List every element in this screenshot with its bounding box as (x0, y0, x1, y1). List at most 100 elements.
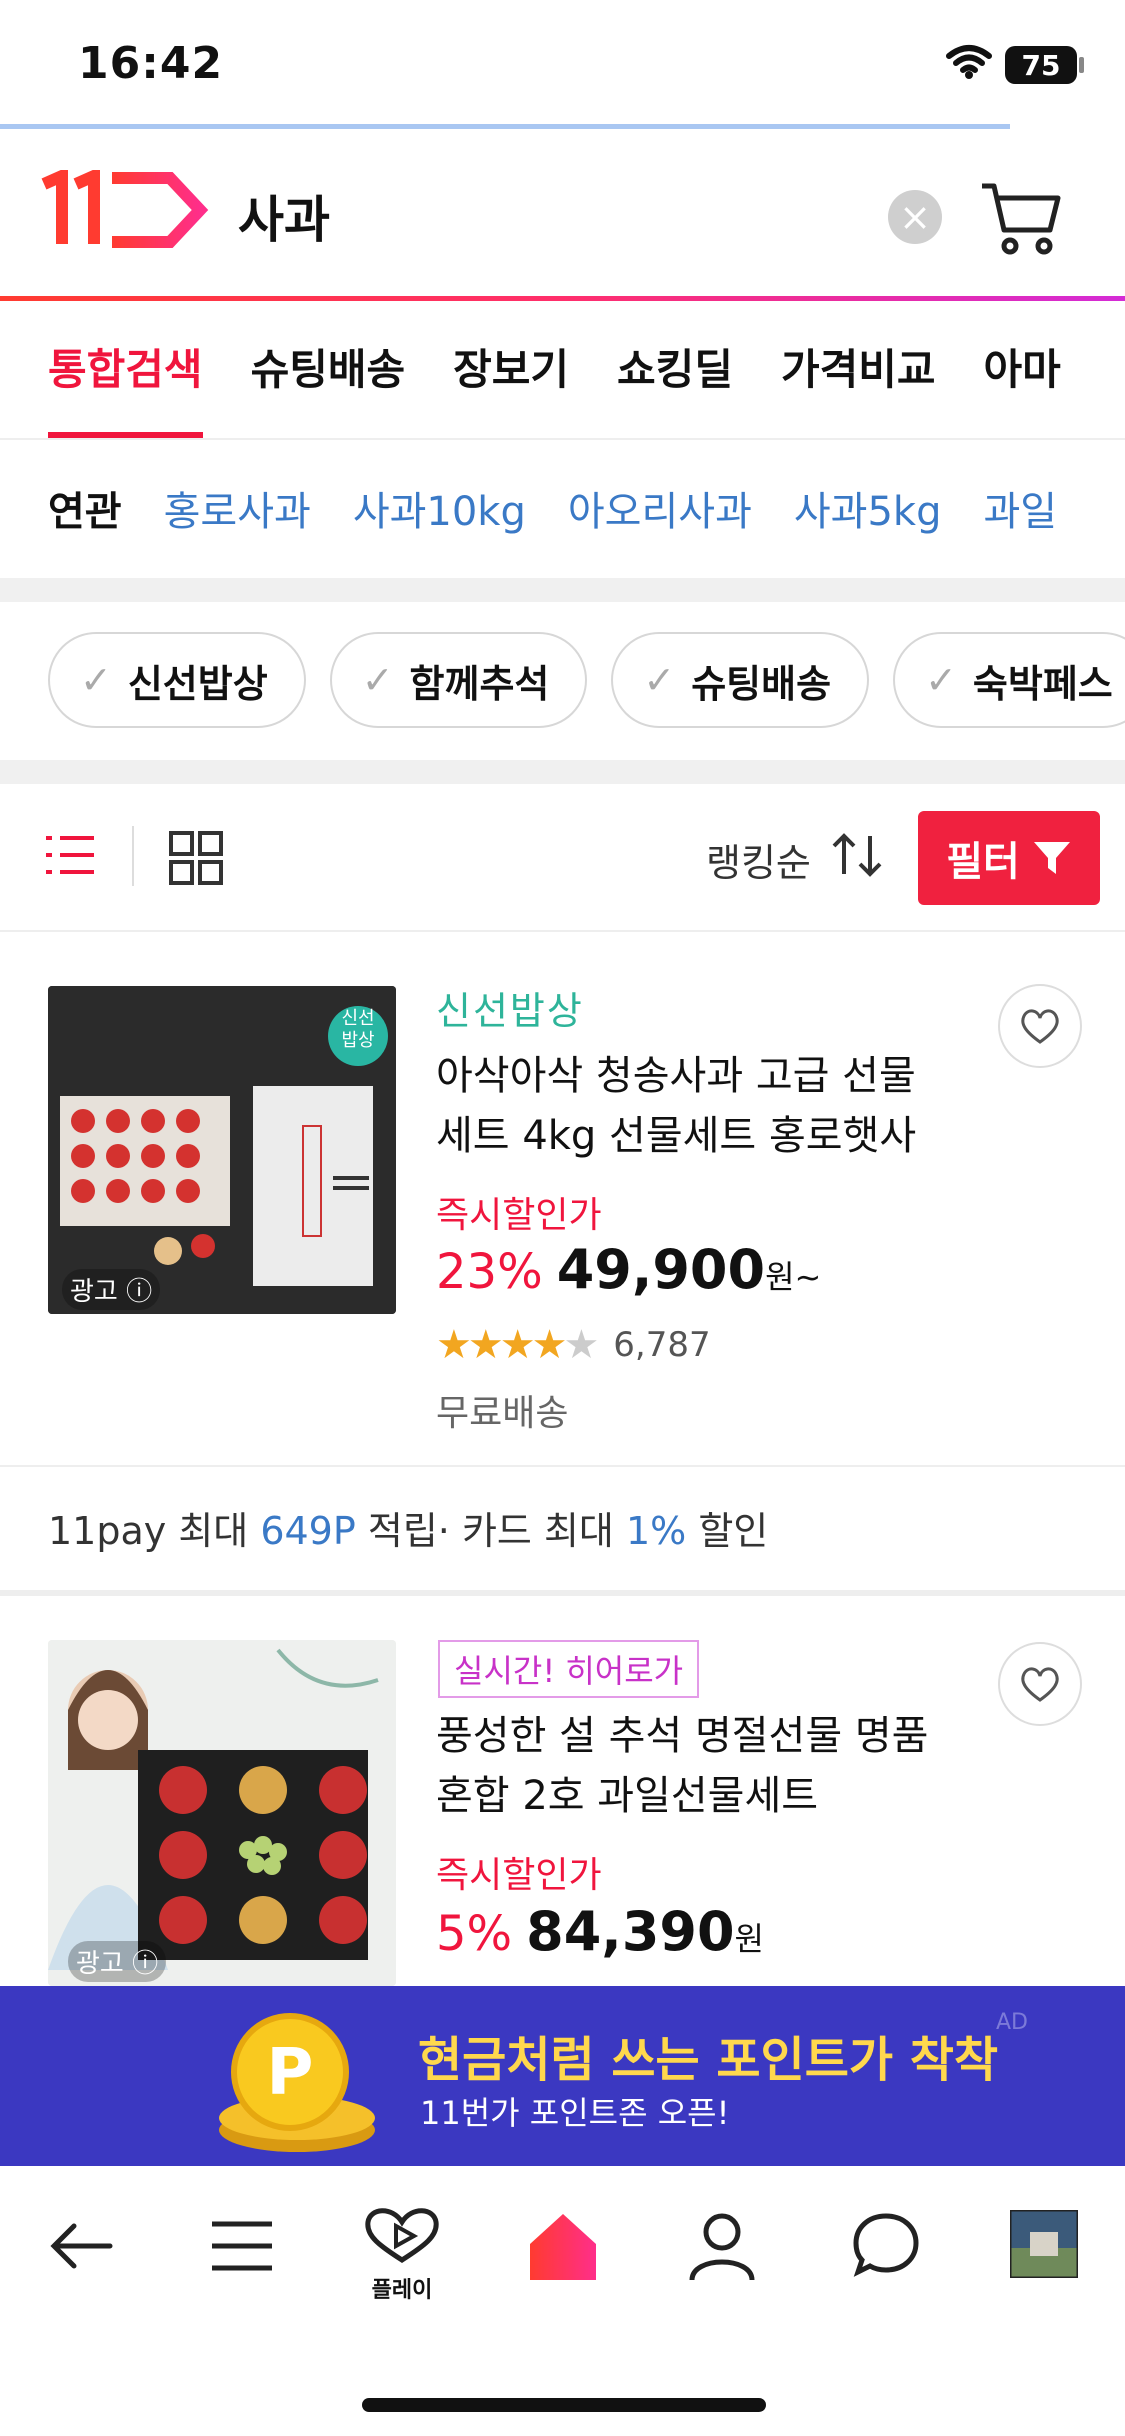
section-separator (0, 1590, 1125, 1596)
wishlist-heart-icon[interactable] (998, 984, 1082, 1068)
ad-label: 광고 (76, 1949, 124, 1979)
discount-label: 즉시할인가 (436, 1195, 602, 1236)
chip-label: 숙박페스 (972, 661, 1113, 706)
divider (0, 1465, 1125, 1467)
11st-logo[interactable] (40, 166, 210, 254)
page-load-progress (0, 124, 1010, 129)
tab-groceries[interactable]: 장보기 (453, 302, 569, 438)
bottom-navigation (0, 2166, 1125, 2436)
pay-points: 649P (260, 1509, 356, 1553)
star-rating-icon: ★★★★★ (436, 1322, 599, 1368)
svg-text:P: P (267, 2036, 314, 2110)
chat-icon[interactable] (850, 2210, 922, 2286)
play-icon[interactable]: 플레이 (360, 2206, 444, 2304)
tab-label: 아마 (983, 345, 1061, 394)
my-page-icon[interactable] (686, 2210, 758, 2286)
related-keywords: 연관 홍로사과 사과10kg 아오리사과 사과5kg 과일 (0, 440, 1125, 576)
chip-lodging[interactable]: ✓ 숙박페스 (893, 632, 1125, 728)
sort-label[interactable]: 랭킹순 (706, 832, 811, 887)
fresh-table-sticker: 신선 밥상 (341, 1008, 375, 1051)
check-icon: ✓ (361, 658, 394, 702)
chip-chuseok[interactable]: ✓ 함께추석 (329, 632, 588, 728)
grid-view-icon[interactable] (168, 830, 224, 890)
related-keyword[interactable]: 사과5kg (794, 479, 942, 537)
tab-amazon[interactable]: 아마 (984, 302, 1061, 438)
tab-shocking-deal[interactable]: 쇼킹딜 (617, 302, 733, 438)
discount-percent: 23% (436, 1244, 543, 1300)
tab-integrated-search[interactable]: 통합검색 (48, 302, 203, 438)
banner-ad-label: AD (996, 2010, 1028, 2035)
pay-benefit-line: 11pay 최대 649P 적립· 카드 최대 1% 할인 (48, 1500, 768, 1555)
filter-button[interactable]: 필터 (918, 811, 1100, 905)
shipping-info: 무료배송 (436, 1393, 569, 1434)
discount-label: 즉시할인가 (436, 1855, 602, 1896)
related-keyword[interactable]: 과일 (983, 479, 1057, 537)
tab-price-compare[interactable]: 가격비교 (781, 302, 936, 438)
battery-cap (1079, 57, 1084, 73)
cart-icon[interactable] (978, 178, 1062, 262)
price-row: 5% 84,390 원 (436, 1900, 764, 1963)
related-keyword[interactable]: 홍로사과 (164, 479, 311, 537)
product-image[interactable]: 광고 ⓘ (48, 1640, 396, 1986)
tab-label: 통합검색 (48, 345, 203, 394)
battery-level: 75 (1021, 48, 1061, 82)
product-image[interactable]: 신선 밥상 광고 ⓘ (48, 986, 396, 1314)
play-label: 플레이 (371, 2278, 433, 2303)
status-time: 16:42 (78, 38, 224, 89)
section-separator (0, 578, 1125, 602)
toolbar-divider (132, 826, 134, 886)
product-price: 49,900 (556, 1238, 766, 1301)
tab-label: 가격비교 (780, 345, 936, 394)
product-title-line: 풍성한 설 추석 명절선물 명품 (436, 1713, 929, 1759)
recent-view-thumbnail[interactable] (1008, 2208, 1080, 2282)
filter-chips: ✓ 신선밥상 ✓ 함께추석 ✓ 슈팅배송 ✓ 숙박페스 (48, 632, 1125, 728)
ad-badge: 광고 ⓘ (68, 1941, 167, 1982)
check-icon: ✓ (643, 658, 676, 702)
clear-search-button[interactable]: × (888, 190, 942, 244)
related-keyword[interactable]: 아오리사과 (568, 479, 752, 537)
menu-icon[interactable] (206, 2210, 278, 2286)
product-title[interactable]: 풍성한 설 추석 명절선물 명품 혼합 2호 과일선물세트 (436, 1706, 956, 1826)
product-title-line: 아삭아삭 청송사과 고급 선물 (436, 1053, 916, 1099)
tab-label: 장보기 (453, 345, 570, 394)
check-icon: ✓ (925, 658, 957, 702)
related-label: 연관 (48, 489, 122, 535)
list-view-icon[interactable] (46, 830, 96, 884)
wifi-icon (945, 44, 993, 84)
sort-arrows-icon[interactable] (830, 830, 886, 884)
tab-shooting-delivery[interactable]: 슈팅배송 (251, 302, 406, 438)
product-brand[interactable]: 신선밥상 (436, 980, 584, 1035)
pay-suffix: 할인 (686, 1509, 769, 1553)
product-title[interactable]: 아삭아삭 청송사과 고급 선물 세트 4kg 선물세트 홍로햇사 (436, 1046, 956, 1166)
related-keyword[interactable]: 사과10kg (353, 479, 526, 537)
banner-title: 현금처럼 쓰는 포인트가 착착 (418, 2032, 999, 2088)
chip-label: 함께추석 (409, 661, 550, 706)
chip-label: 신선밥상 (127, 661, 268, 706)
currency-unit: 원~ (765, 1258, 822, 1296)
product-title-line: 혼합 2호 과일선물세트 (436, 1773, 819, 1819)
divider (0, 930, 1125, 932)
product-title-line: 세트 4kg 선물세트 홍로햇사 (436, 1113, 917, 1159)
wishlist-heart-icon[interactable] (998, 1642, 1082, 1726)
point-coin-icon: P (212, 2010, 382, 2164)
section-separator (0, 760, 1125, 784)
chip-fresh-table[interactable]: ✓ 신선밥상 (48, 632, 306, 728)
search-query[interactable]: 사과 (238, 180, 330, 252)
check-icon: ✓ (80, 658, 112, 702)
pay-prefix: 11pay 최대 (48, 1509, 261, 1553)
home-icon[interactable] (526, 2210, 600, 2286)
currency-unit: 원 (734, 1920, 764, 1958)
header-divider (0, 296, 1125, 301)
back-arrow-icon[interactable] (46, 2210, 118, 2286)
product-price: 84,390 (526, 1900, 735, 1963)
banner-subtitle: 11번가 포인트존 오픈! (420, 2094, 730, 2132)
rating-row: ★★★★★ 6,787 (436, 1322, 711, 1368)
chip-shooting-delivery[interactable]: ✓ 슈팅배송 (611, 632, 870, 728)
search-tabs: 통합검색 슈팅배송 장보기 쇼킹딜 가격비교 아마 (0, 302, 1125, 438)
live-hero-badge: 실시간! 히어로가 (438, 1640, 700, 1698)
chip-label: 슈팅배송 (691, 661, 832, 706)
rating-count: 6,787 (613, 1325, 711, 1365)
pay-mid: 적립· 카드 최대 (355, 1509, 626, 1553)
close-icon: × (899, 195, 931, 239)
battery-icon: 75 (1005, 46, 1077, 84)
